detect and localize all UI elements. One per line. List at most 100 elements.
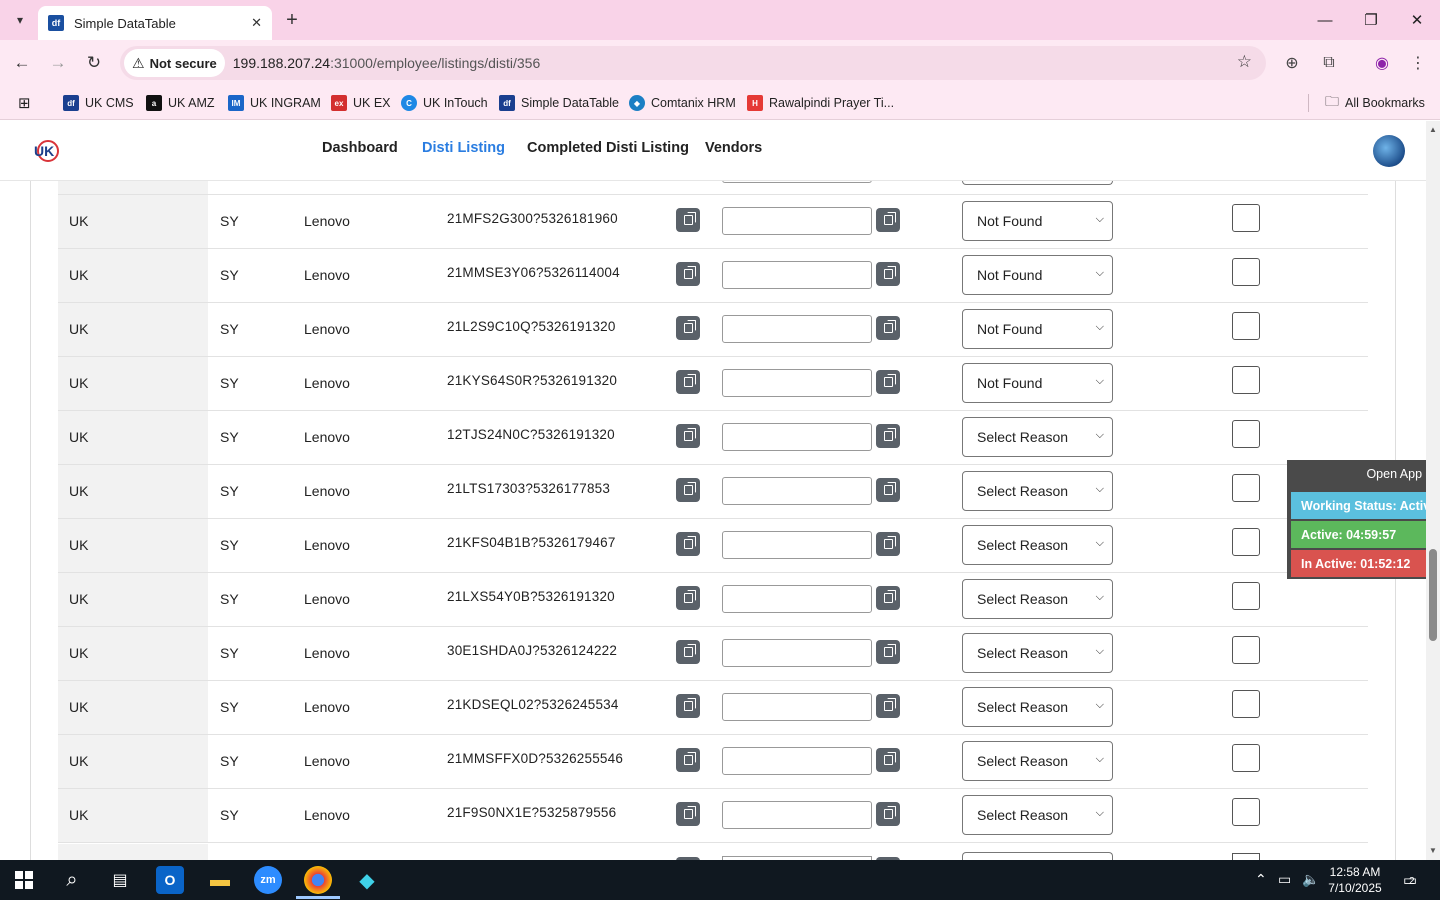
reason-select[interactable]: Select Reason ⌵ [962, 417, 1113, 457]
copy-value-button[interactable] [876, 748, 900, 772]
apps-grid-icon[interactable]: ⊞ [18, 92, 31, 114]
copy-value-button[interactable] [876, 208, 900, 232]
copy-value-button[interactable] [876, 802, 900, 826]
copy-value-button[interactable] [876, 424, 900, 448]
row-checkbox[interactable] [1232, 258, 1260, 286]
window-close-icon[interactable]: ✕ [1394, 0, 1440, 40]
copy-value-button[interactable] [876, 640, 900, 664]
copy-sku-button[interactable] [676, 640, 700, 664]
back-arrow-icon[interactable]: ← [10, 51, 34, 75]
bookmark-uk-intouch[interactable]: C UK InTouch [401, 92, 488, 114]
value-input[interactable] [722, 531, 872, 559]
bookmark-uk-cms[interactable]: df UK CMS [63, 92, 134, 114]
copy-value-button[interactable] [876, 532, 900, 556]
copy-sku-button[interactable] [676, 424, 700, 448]
copy-sku-button[interactable] [676, 694, 700, 718]
forward-arrow-icon[interactable]: → [46, 51, 70, 75]
reason-select[interactable]: Not Found ⌵ [962, 309, 1113, 349]
browser-tab[interactable]: df Simple DataTable ✕ [38, 6, 272, 40]
value-input[interactable] [722, 801, 872, 829]
extensions-puzzle-icon[interactable]: ⧉ [1317, 51, 1341, 75]
bookmark-uk-ex[interactable]: ex UK EX [331, 92, 391, 114]
value-input[interactable] [722, 369, 872, 397]
copy-sku-button[interactable] [676, 586, 700, 610]
new-tab-icon[interactable]: + [280, 8, 304, 32]
copy-value-button[interactable] [876, 370, 900, 394]
scroll-thumb[interactable] [1429, 549, 1437, 641]
reason-select[interactable]: Select Reason ⌵ [962, 471, 1113, 511]
reason-select-partial[interactable] [962, 852, 1113, 860]
nav-completed-disti-listing[interactable]: Completed Disti Listing [527, 140, 689, 156]
user-avatar[interactable] [1373, 135, 1405, 167]
reason-select[interactable]: Not Found ⌵ [962, 201, 1113, 241]
row-checkbox[interactable] [1232, 690, 1260, 718]
volume-muted-icon[interactable]: 🔈 [1302, 871, 1319, 888]
bookmark-uk-ingram[interactable]: IM UK INGRAM [228, 92, 321, 114]
bookmark-uk-amz[interactable]: a UK AMZ [146, 92, 215, 114]
tray-chevron-icon[interactable]: ⌃ [1255, 871, 1267, 888]
close-tab-icon[interactable]: ✕ [251, 15, 262, 31]
copy-sku-button[interactable] [676, 748, 700, 772]
outlook-icon[interactable]: O [156, 866, 184, 894]
reason-select[interactable]: Not Found ⌵ [962, 363, 1113, 403]
system-clock[interactable]: 12:58 AM 7/10/2025 [1318, 864, 1392, 896]
reason-select[interactable]: Select Reason ⌵ [962, 795, 1113, 835]
row-checkbox[interactable] [1232, 744, 1260, 772]
copy-value-button[interactable] [876, 694, 900, 718]
copy-sku-button[interactable] [676, 532, 700, 556]
row-checkbox[interactable] [1232, 204, 1260, 232]
all-bookmarks[interactable]: 🗀 All Bookmarks [1325, 92, 1425, 114]
page-scrollbar[interactable]: ▲ ▼ [1426, 121, 1440, 860]
copy-sku-button[interactable] [676, 370, 700, 394]
tab-search-chevron-icon[interactable]: ▾ [8, 8, 32, 32]
value-input[interactable] [722, 639, 872, 667]
copy-value-button[interactable] [876, 478, 900, 502]
bookmark-rawalpindi-prayer[interactable]: H Rawalpindi Prayer Ti... [747, 92, 894, 114]
copy-value-button[interactable] [876, 316, 900, 340]
reason-select[interactable]: Select Reason ⌵ [962, 525, 1113, 565]
app-diamond-icon[interactable]: ◆ [353, 866, 381, 894]
reason-select[interactable]: Not Found ⌵ [962, 255, 1113, 295]
bookmark-comtanix-hrm[interactable]: ◆ Comtanix HRM [629, 92, 736, 114]
copy-value-button[interactable] [876, 586, 900, 610]
value-input[interactable] [722, 207, 872, 235]
row-checkbox[interactable] [1232, 474, 1260, 502]
kebab-menu-icon[interactable]: ⋮ [1406, 51, 1430, 75]
reason-select[interactable]: Select Reason ⌵ [962, 687, 1113, 727]
nav-disti-listing[interactable]: Disti Listing [422, 140, 505, 156]
reload-icon[interactable]: ↻ [82, 51, 106, 75]
copy-sku-button[interactable] [676, 262, 700, 286]
security-chip[interactable]: ⚠ Not secure [124, 49, 225, 77]
value-input[interactable] [722, 315, 872, 343]
value-input[interactable] [722, 261, 872, 289]
zoom-icon[interactable]: zm [254, 866, 282, 894]
restore-icon[interactable]: ❐ [1348, 0, 1394, 40]
value-input[interactable] [722, 693, 872, 721]
bookmark-star-icon[interactable]: ☆ [1237, 52, 1252, 72]
bookmark-simple-datatable[interactable]: df Simple DataTable [499, 92, 619, 114]
value-input[interactable] [722, 747, 872, 775]
search-icon[interactable]: ⌕ [58, 866, 86, 894]
row-checkbox[interactable] [1232, 528, 1260, 556]
nav-dashboard[interactable]: Dashboard [322, 140, 398, 156]
row-checkbox[interactable] [1232, 366, 1260, 394]
copy-sku-button[interactable] [676, 478, 700, 502]
nav-vendors[interactable]: Vendors [705, 140, 762, 156]
copy-sku-button[interactable] [676, 802, 700, 826]
reason-select[interactable]: Select Reason ⌵ [962, 579, 1113, 619]
scroll-down-icon[interactable]: ▼ [1429, 846, 1437, 855]
row-checkbox[interactable] [1232, 312, 1260, 340]
value-input[interactable] [722, 585, 872, 613]
chrome-icon[interactable] [304, 866, 332, 894]
value-input[interactable] [722, 477, 872, 505]
checkbox-partial[interactable] [1232, 853, 1260, 860]
address-bar[interactable]: ⚠ Not secure 199.188.207.24:31000/employ… [120, 46, 1266, 80]
file-explorer-icon[interactable]: ▬ [206, 866, 234, 894]
windows-start-icon[interactable] [10, 866, 38, 894]
network-icon[interactable]: ▭ [1278, 871, 1291, 888]
reason-select[interactable]: Select Reason ⌵ [962, 741, 1113, 781]
copy-value-button[interactable] [876, 262, 900, 286]
row-checkbox[interactable] [1232, 420, 1260, 448]
copy-sku-button[interactable] [676, 208, 700, 232]
row-checkbox[interactable] [1232, 798, 1260, 826]
